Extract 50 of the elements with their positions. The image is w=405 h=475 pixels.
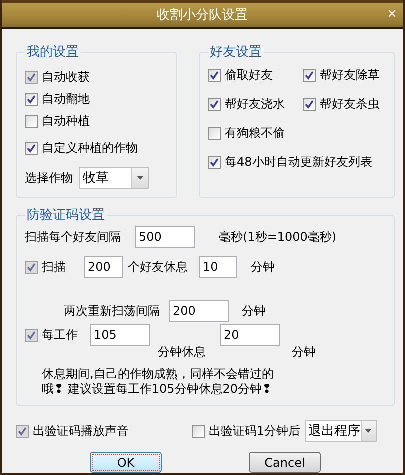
label: 毫秒(1秒=1000毫秒) bbox=[219, 228, 337, 246]
label: 分钟休息 bbox=[158, 345, 206, 359]
dropdown-button[interactable] bbox=[131, 168, 148, 188]
checkbox[interactable] bbox=[208, 156, 221, 169]
group-title: 防验证码设置 bbox=[26, 207, 106, 224]
dropdown-button[interactable] bbox=[360, 421, 376, 441]
interval-field[interactable]: 500 bbox=[135, 226, 195, 248]
label: 选择作物 bbox=[25, 170, 74, 186]
checkbox[interactable] bbox=[25, 142, 38, 155]
label: 分钟 bbox=[251, 258, 275, 276]
checkbox-label: 自动收获 bbox=[42, 69, 90, 86]
checkbox-label: 出验证码播放声音 bbox=[33, 422, 129, 440]
window-title: 收割小分队设置 bbox=[157, 7, 248, 24]
dropdown-value: 退出程序 bbox=[308, 423, 361, 440]
checkbox-label: 帮好友除草 bbox=[320, 67, 380, 84]
group-title: 我的设置 bbox=[26, 44, 80, 61]
checkbox[interactable] bbox=[25, 115, 38, 128]
checkbox[interactable] bbox=[192, 424, 205, 438]
checkbox-label: 偷取好友 bbox=[225, 67, 273, 84]
label: 扫描 bbox=[42, 258, 67, 276]
checkbox-label: 出验证码1分钟后 bbox=[209, 422, 301, 440]
rescan-field[interactable]: 200 bbox=[169, 300, 229, 322]
checkbox[interactable] bbox=[208, 98, 221, 111]
ok-button[interactable]: OK bbox=[90, 452, 162, 473]
checkbox-label: 自动翻地 bbox=[42, 91, 90, 108]
checkbox[interactable] bbox=[303, 98, 316, 111]
checkbox-label: 有狗粮不偷 bbox=[225, 125, 285, 142]
cancel-button[interactable]: Cancel bbox=[249, 452, 321, 473]
checkbox-label: 帮好友浇水 bbox=[225, 96, 285, 113]
label: 两次重新扫荡间隔 bbox=[64, 302, 161, 320]
checkbox-label: 自定义种植的作物 bbox=[42, 140, 138, 157]
checkbox[interactable] bbox=[25, 93, 38, 106]
action-dropdown[interactable]: 退出程序 bbox=[304, 420, 377, 442]
checkbox[interactable] bbox=[208, 127, 221, 140]
checkbox-label: 自动种植 bbox=[42, 113, 90, 130]
label: 个好友休息 bbox=[128, 258, 189, 276]
dropdown-value: 牧草 bbox=[82, 170, 110, 187]
checkbox-label: 每48小时自动更新好友列表 bbox=[225, 154, 372, 171]
checkbox-label: 帮好友杀虫 bbox=[320, 96, 380, 113]
label: 每工作 bbox=[42, 326, 79, 344]
group-title: 好友设置 bbox=[209, 44, 263, 61]
checkbox[interactable] bbox=[303, 69, 316, 82]
crop-dropdown[interactable]: 牧草 bbox=[79, 167, 149, 189]
caret-icon bbox=[365, 429, 372, 433]
checkbox[interactable] bbox=[208, 69, 221, 82]
label: 扫描每个好友间隔 bbox=[25, 228, 122, 246]
label: 分钟 bbox=[292, 345, 316, 359]
caret-icon bbox=[136, 176, 144, 180]
label: 分钟 bbox=[242, 302, 266, 320]
hint-text: 休息期间,自己的作物成熟，同样不会错过的哦❢ 建议设置每工作105分钟休息20分钟❢ bbox=[42, 367, 275, 397]
